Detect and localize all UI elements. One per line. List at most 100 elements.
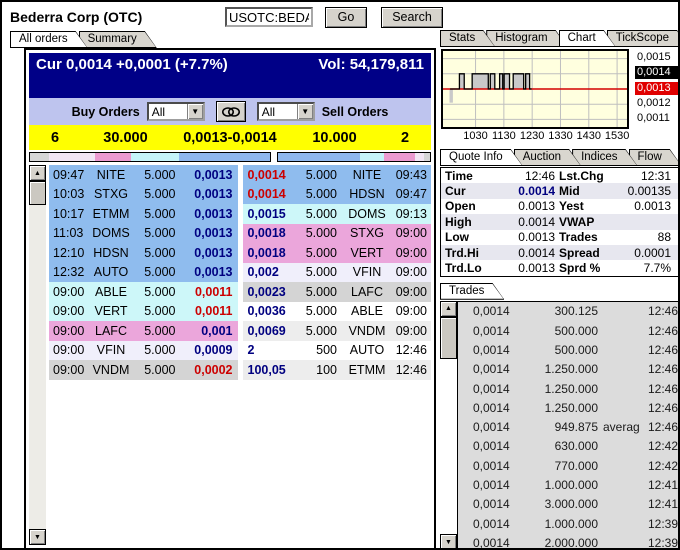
ask-order-row[interactable]: 0,00365.000ABLE09:00	[243, 302, 432, 322]
bid-order-row[interactable]: 09:00LAFC5.0000,001	[49, 321, 238, 341]
ask-order-row[interactable]: 0,00185.000VERT09:00	[243, 243, 432, 263]
ask-order-row[interactable]: 0,00695.000VNDM09:00	[243, 321, 432, 341]
order-size: 5.000	[136, 343, 182, 357]
tab-auction[interactable]: Auction	[514, 149, 581, 166]
ask-order-row[interactable]: 0,00235.000LAFC09:00	[243, 282, 432, 302]
quote-value: 0.0013	[495, 261, 559, 275]
orderbook-scrollbar[interactable]: ▲▼	[29, 165, 46, 545]
trade-row[interactable]: 0,00141.000.00012:39:36	[458, 514, 679, 533]
trade-row[interactable]: 0,00141.000.00012:41:55	[458, 475, 679, 494]
bid-order-row[interactable]: 09:47NITE5.0000,0013	[49, 165, 238, 185]
order-time: 12:32	[49, 265, 86, 279]
ticker-input[interactable]	[225, 7, 313, 27]
y-tick-label: 0,0015	[635, 51, 679, 64]
sell-filter-select[interactable]: All ▼	[257, 102, 315, 121]
ask-order-row[interactable]: 0,00145.000NITE09:43	[243, 165, 432, 185]
market-maker-id: DOMS	[86, 226, 136, 240]
bid-order-row[interactable]: 10:17ETMM5.0000,0013	[49, 204, 238, 224]
scroll-up-button[interactable]: ▲	[29, 165, 46, 181]
tab-stats[interactable]: Stats	[440, 30, 495, 47]
tab-all-orders[interactable]: All orders	[10, 31, 88, 48]
scroll-down-button[interactable]: ▼	[440, 534, 457, 550]
scroll-up-button[interactable]: ▲	[440, 301, 457, 317]
depth-segment	[278, 153, 360, 161]
tab-tickscope[interactable]: TickScope	[607, 30, 680, 47]
quote-label: VWAP	[559, 215, 621, 229]
bid-order-row[interactable]: 10:03STXG5.0000,0013	[49, 185, 238, 205]
bid-order-row[interactable]: 09:00VNDM5.0000,0002	[49, 360, 238, 380]
tab-trades[interactable]: Trades	[440, 283, 504, 300]
ask-order-row[interactable]: 100,05100ETMM12:46	[243, 360, 432, 380]
trade-size: 1.000.000	[516, 517, 598, 531]
scroll-down-button[interactable]: ▼	[29, 529, 46, 545]
buy-filter-select[interactable]: All ▼	[147, 102, 205, 121]
bid-order-row[interactable]: 11:03DOMS5.0000,0013	[49, 224, 238, 244]
trade-row[interactable]: 0,00142.000.00012:39:27	[458, 533, 679, 550]
volume-text: Vol: 54,179,811	[318, 56, 424, 98]
ask-order-row[interactable]: 0,00145.000HDSN09:47	[243, 185, 432, 205]
tab-quote-info[interactable]: Quote Info	[440, 149, 523, 166]
bid-order-row[interactable]: 12:10HDSN5.0000,0013	[49, 243, 238, 263]
ask-size: 10.000	[290, 130, 379, 146]
order-size: 5.000	[299, 304, 344, 318]
tab-label: Auction	[523, 151, 561, 163]
trade-row[interactable]: 0,0014500.00012:46:57	[458, 321, 679, 340]
trade-row[interactable]: 0,0014949.875averag12:46:09	[458, 418, 679, 437]
market-maker-id: NITE	[343, 168, 391, 182]
x-tick-label: 1230	[520, 130, 544, 142]
ask-order-row[interactable]: 0,00155.000DOMS09:13	[243, 204, 432, 224]
bid-order-row[interactable]: 09:00ABLE5.0000,0011	[49, 282, 238, 302]
quote-value: 0.00135	[621, 184, 675, 198]
ask-order-row[interactable]: 0,00185.000STXG09:00	[243, 224, 432, 244]
go-button[interactable]: Go	[325, 7, 367, 28]
trade-row[interactable]: 0,00141.250.00012:46:13	[458, 398, 679, 417]
trade-size: 1.250.000	[516, 401, 598, 415]
tab-histogram[interactable]: Histogram	[486, 30, 567, 47]
scroll-thumb[interactable]	[29, 181, 46, 205]
trades-scrollbar[interactable]: ▲▼	[440, 301, 457, 550]
trade-row[interactable]: 0,0014630.00012:42:38	[458, 437, 679, 456]
order-price: 0,0013	[182, 168, 238, 182]
tab-label: Quote Info	[449, 151, 503, 163]
y-tick-label: 0,0012	[635, 97, 679, 110]
tab-chart[interactable]: Chart	[559, 30, 616, 47]
bid-order-row[interactable]: 09:00VERT5.0000,0011	[49, 302, 238, 322]
bid-order-row[interactable]: 12:32AUTO5.0000,0013	[49, 263, 238, 283]
order-view-tabs: All ordersSummary	[10, 31, 148, 48]
search-button[interactable]: Search	[381, 7, 443, 28]
chevron-down-icon[interactable]: ▼	[297, 104, 313, 119]
y-tick-label: 0,0014	[635, 66, 679, 79]
trade-row[interactable]: 0,0014500.00012:46:53	[458, 340, 679, 359]
ask-order-row[interactable]: 0,0025.000VFIN09:00	[243, 263, 432, 283]
trade-row[interactable]: 0,0014300.12512:46:57	[458, 302, 679, 321]
trade-row[interactable]: 0,00141.250.00012:46:29	[458, 360, 679, 379]
link-filters-button[interactable]	[216, 101, 246, 122]
trade-time: 12:46:57	[648, 304, 680, 318]
bid-order-row[interactable]: 09:00VFIN5.0000,0009	[49, 341, 238, 361]
scroll-track[interactable]	[440, 359, 457, 534]
trade-row[interactable]: 0,0014770.00012:42:30	[458, 456, 679, 475]
order-time: 09:00	[49, 285, 86, 299]
arrow-up-icon: ▲	[445, 305, 452, 312]
chevron-down-icon[interactable]: ▼	[187, 104, 203, 119]
quote-value: 0.0014	[495, 215, 559, 229]
bid-depth-bar	[29, 152, 271, 162]
order-size: 5.000	[299, 226, 344, 240]
ask-orders-table: 0,00145.000NITE09:430,00145.000HDSN09:47…	[243, 165, 432, 380]
order-size: 5.000	[136, 304, 182, 318]
trade-row[interactable]: 0,00141.250.00012:46:25	[458, 379, 679, 398]
y-tick-label: 0,0013	[635, 82, 679, 95]
buy-filter-value: All	[149, 104, 187, 119]
ask-order-row[interactable]: 2500AUTO12:46	[243, 341, 432, 361]
scroll-thumb[interactable]	[440, 317, 457, 359]
order-price: 2	[243, 343, 299, 357]
tab-summary[interactable]: Summary	[79, 31, 157, 48]
trade-row[interactable]: 0,00143.000.00012:41:33	[458, 495, 679, 514]
market-maker-id: AUTO	[343, 343, 391, 357]
tab-indices[interactable]: Indices	[572, 149, 637, 166]
market-maker-id: ABLE	[86, 285, 136, 299]
scroll-track[interactable]	[29, 205, 46, 529]
market-maker-id: STXG	[86, 187, 136, 201]
depth-segment	[424, 153, 430, 161]
sell-orders-label: Sell Orders	[322, 105, 389, 119]
